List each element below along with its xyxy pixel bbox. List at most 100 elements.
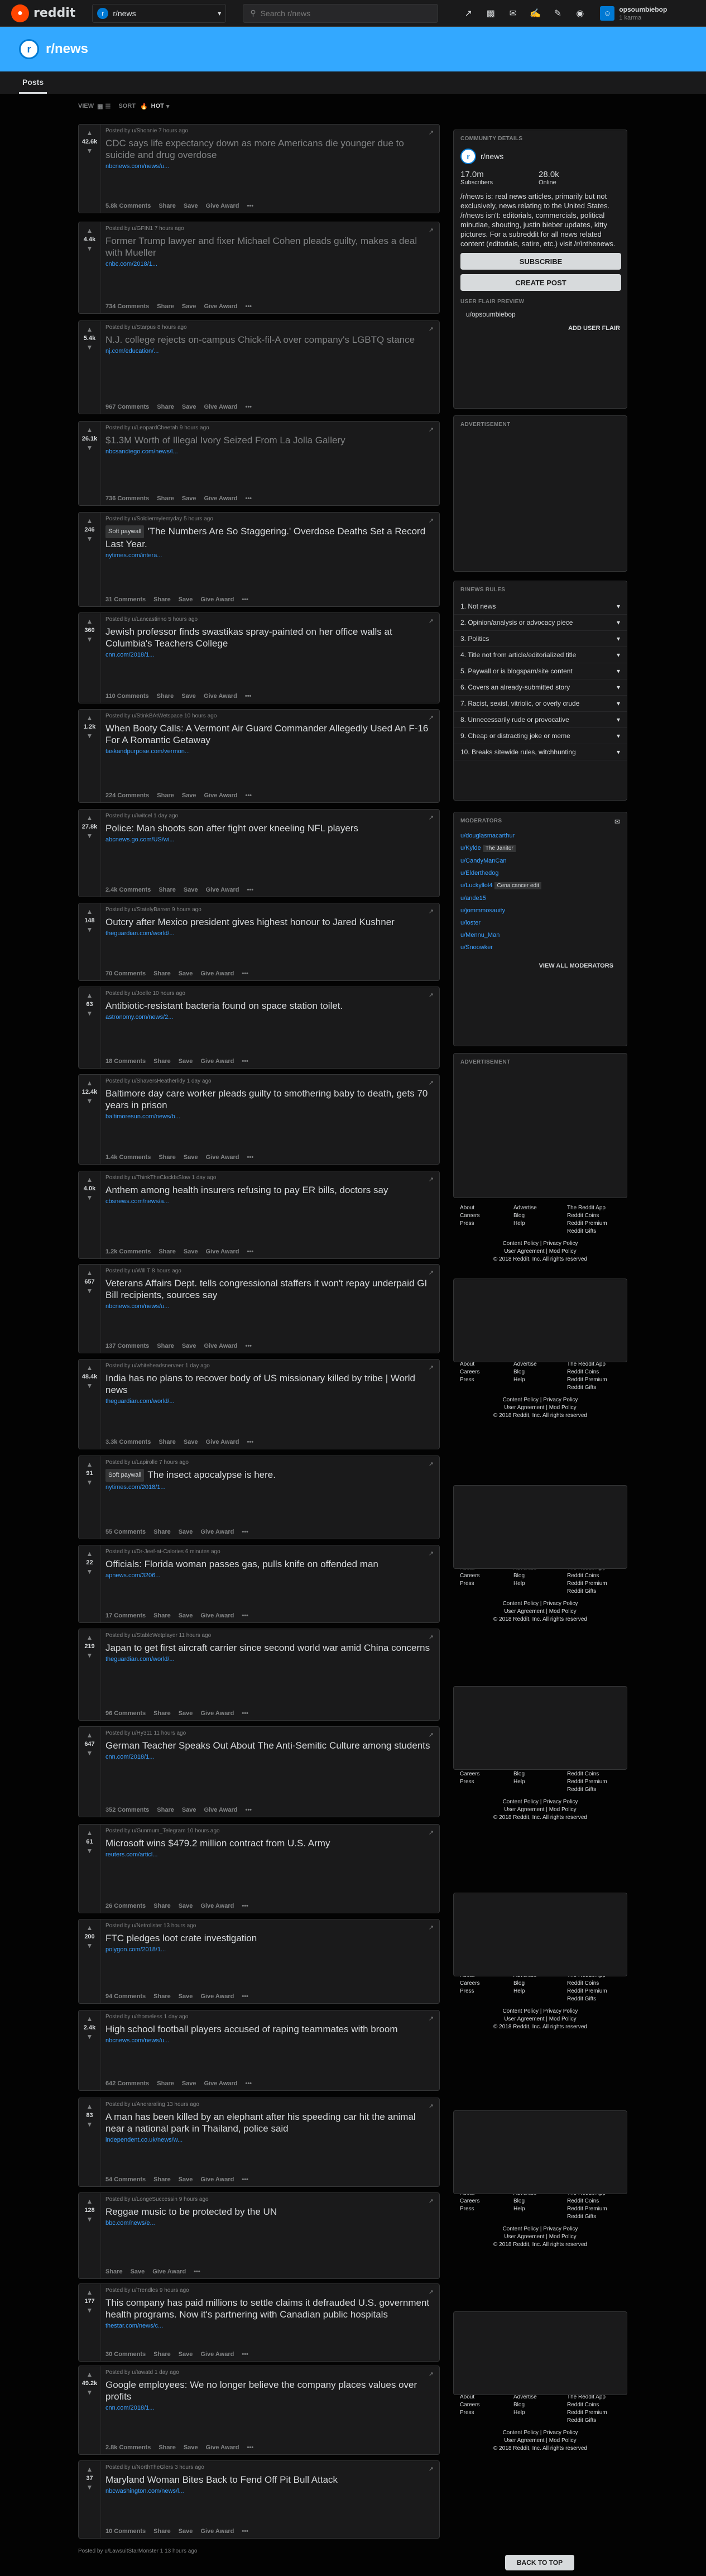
popular-icon[interactable]: ↗ bbox=[460, 6, 476, 21]
post-title-text[interactable]: India has no plans to recover body of US… bbox=[105, 1373, 415, 1395]
post-title[interactable]: Microsoft wins $479.2 million contract f… bbox=[105, 1837, 434, 1849]
more-options-button[interactable]: ••• bbox=[242, 1529, 248, 1535]
post-title[interactable]: This company has paid millions to settle… bbox=[105, 2297, 434, 2320]
more-options-button[interactable]: ••• bbox=[242, 596, 248, 603]
coins-icon[interactable]: ◉ bbox=[572, 6, 588, 21]
downvote-icon[interactable]: ▼ bbox=[87, 2483, 93, 2491]
give-award-button[interactable]: Give Award bbox=[206, 2444, 239, 2451]
footer-link[interactable]: Careers bbox=[460, 2402, 513, 2408]
add-user-flair-button[interactable]: ADD USER FLAIR bbox=[454, 318, 627, 332]
post-domain-link[interactable]: baltimoresun.com/news/b... bbox=[105, 1113, 434, 1120]
more-options-button[interactable]: ••• bbox=[247, 1248, 254, 1255]
post-domain-link[interactable]: nbcnews.com/news/u... bbox=[105, 163, 434, 170]
downvote-icon[interactable]: ▼ bbox=[87, 1097, 93, 1105]
post-title[interactable]: CDC says life expectancy down as more Am… bbox=[105, 137, 434, 161]
post-domain-link[interactable]: theguardian.com/world/... bbox=[105, 930, 434, 937]
post-title-text[interactable]: 'The Numbers Are So Staggering.' Overdos… bbox=[105, 526, 425, 549]
footer-link[interactable]: Reddit Gifts bbox=[567, 1588, 634, 1595]
post-title-text[interactable]: Japan to get first aircraft carrier sinc… bbox=[105, 1643, 430, 1653]
card-view-icon[interactable]: ▦ bbox=[97, 103, 103, 110]
post-domain-link[interactable]: nytimes.com/intera... bbox=[105, 552, 434, 559]
rule-item[interactable]: 7. Racist, sexist, vitriolic, or overly … bbox=[454, 696, 627, 712]
downvote-icon[interactable]: ▼ bbox=[87, 732, 93, 740]
give-award-button[interactable]: Give Award bbox=[204, 693, 237, 700]
post-card[interactable]: ▲ 42.6k ▼ ↗ Posted by u/Shonnie 7 hours … bbox=[78, 124, 440, 213]
more-options-button[interactable]: ••• bbox=[247, 887, 254, 893]
upvote-icon[interactable]: ▲ bbox=[87, 1731, 93, 1739]
more-options-button[interactable]: ••• bbox=[247, 1439, 254, 1445]
save-button[interactable]: Save bbox=[184, 2444, 198, 2451]
give-award-button[interactable]: Give Award bbox=[206, 1439, 239, 1445]
share-button[interactable]: Share bbox=[157, 1343, 174, 1349]
upvote-icon[interactable]: ▲ bbox=[87, 714, 93, 722]
post-title[interactable]: Google employees: We no longer believe t… bbox=[105, 2379, 434, 2402]
give-award-button[interactable]: Give Award bbox=[204, 1343, 238, 1349]
upvote-icon[interactable]: ▲ bbox=[87, 2197, 93, 2205]
post-domain-link[interactable]: cnbc.com/2018/1... bbox=[105, 261, 434, 267]
post-card[interactable]: ▲ 48.4k ▼ ↗ Posted by u/whiteheadsnervee… bbox=[78, 1359, 440, 1449]
more-options-button[interactable]: ••• bbox=[242, 1903, 248, 1909]
more-options-button[interactable]: ••• bbox=[245, 495, 252, 502]
comments-button[interactable]: 26 Comments bbox=[105, 1903, 146, 1909]
post-domain-link[interactable]: theguardian.com/world/... bbox=[105, 1398, 434, 1405]
post-title[interactable]: Officials: Florida woman passes gas, pul… bbox=[105, 1558, 434, 1570]
share-button[interactable]: Share bbox=[159, 203, 176, 209]
policy-links[interactable]: Content Policy | Privacy Policy bbox=[453, 1396, 627, 1404]
downvote-icon[interactable]: ▼ bbox=[87, 1749, 93, 1757]
more-options-button[interactable]: ••• bbox=[242, 1710, 248, 1717]
post-card[interactable]: ▲ 647 ▼ ↗ Posted by u/Hy311 11 hours ago… bbox=[78, 1726, 440, 1817]
user-menu[interactable]: ☺ opsoumbiebop 1 karma bbox=[600, 6, 667, 21]
policy-links[interactable]: Content Policy | Privacy Policy bbox=[453, 1798, 627, 1806]
comments-button[interactable]: 110 Comments bbox=[105, 693, 149, 700]
policy-links[interactable]: Content Policy | Privacy Policy bbox=[453, 1600, 627, 1608]
sort-hot-dropdown[interactable]: HOT bbox=[151, 103, 164, 109]
give-award-button[interactable]: Give Award bbox=[204, 2080, 238, 2087]
more-options-button[interactable]: ••• bbox=[242, 1058, 248, 1065]
post-title-text[interactable]: Antibiotic-resistant bacteria found on s… bbox=[105, 1000, 343, 1011]
post-title-text[interactable]: Outcry after Mexico president gives high… bbox=[105, 917, 395, 927]
more-options-button[interactable]: ••• bbox=[247, 1154, 254, 1161]
post-domain-link[interactable]: cnn.com/2018/1... bbox=[105, 2405, 434, 2411]
upvote-icon[interactable]: ▲ bbox=[87, 129, 93, 137]
post-title[interactable]: When Booty Calls: A Vermont Air Guard Co… bbox=[105, 722, 434, 746]
post-title[interactable]: $1.3M Worth of Illegal Ivory Seized From… bbox=[105, 434, 434, 446]
downvote-icon[interactable]: ▼ bbox=[87, 1568, 93, 1576]
post-card[interactable]: ▲ 360 ▼ ↗ Posted by u/Lancastinno 5 hour… bbox=[78, 612, 440, 703]
share-button[interactable]: Share bbox=[157, 792, 174, 799]
post-title[interactable]: N.J. college rejects on-campus Chick-fil… bbox=[105, 334, 434, 346]
footer-link[interactable]: Reddit Premium bbox=[567, 2206, 634, 2212]
post-title-text[interactable]: A man has been killed by an elephant aft… bbox=[105, 2111, 416, 2134]
comments-button[interactable]: 224 Comments bbox=[105, 792, 149, 799]
upvote-icon[interactable]: ▲ bbox=[87, 617, 93, 625]
more-options-button[interactable]: ••• bbox=[245, 404, 252, 410]
upvote-icon[interactable]: ▲ bbox=[87, 1461, 93, 1468]
post-domain-link[interactable]: cnn.com/2018/1... bbox=[105, 652, 434, 658]
save-button[interactable]: Save bbox=[179, 1529, 193, 1535]
footer-link[interactable]: Blog bbox=[513, 1771, 567, 1777]
give-award-button[interactable]: Give Award bbox=[206, 1248, 239, 1255]
subreddit-dropdown[interactable]: r r/news ▾ bbox=[92, 3, 227, 23]
footer-link[interactable]: Reddit Premium bbox=[567, 2410, 634, 2416]
moderator-item[interactable]: u/CandyManCan bbox=[454, 855, 627, 867]
comments-button[interactable]: 54 Comments bbox=[105, 2176, 146, 2183]
search-bar[interactable]: ⚲ bbox=[243, 3, 439, 23]
post-title[interactable]: High school football players accused of … bbox=[105, 2023, 434, 2035]
share-button[interactable]: Share bbox=[157, 2080, 174, 2087]
share-button[interactable]: Share bbox=[153, 1058, 171, 1065]
post-title-text[interactable]: Police: Man shoots son after fight over … bbox=[105, 823, 358, 834]
moderator-name[interactable]: u/douglasmacarthur bbox=[460, 832, 515, 839]
save-button[interactable]: Save bbox=[184, 1248, 198, 1255]
upvote-icon[interactable]: ▲ bbox=[87, 1634, 93, 1641]
downvote-icon[interactable]: ▼ bbox=[87, 2120, 93, 2128]
save-button[interactable]: Save bbox=[182, 1343, 196, 1349]
post-card[interactable]: ▲ 27.8k ▼ ↗ Posted by u/Iwitcel 1 day ag… bbox=[78, 809, 440, 897]
share-button[interactable]: Share bbox=[105, 2268, 123, 2275]
post-title-text[interactable]: Jewish professor finds swastikas spray-p… bbox=[105, 626, 392, 649]
footer-link[interactable]: Reddit Gifts bbox=[567, 1787, 634, 1793]
save-button[interactable]: Save bbox=[184, 203, 198, 209]
downvote-icon[interactable]: ▼ bbox=[87, 1194, 93, 1201]
post-title[interactable]: Japan to get first aircraft carrier sinc… bbox=[105, 1642, 434, 1654]
footer-link[interactable]: Press bbox=[460, 1220, 513, 1227]
downvote-icon[interactable]: ▼ bbox=[87, 832, 93, 840]
upvote-icon[interactable]: ▲ bbox=[87, 2015, 93, 2023]
